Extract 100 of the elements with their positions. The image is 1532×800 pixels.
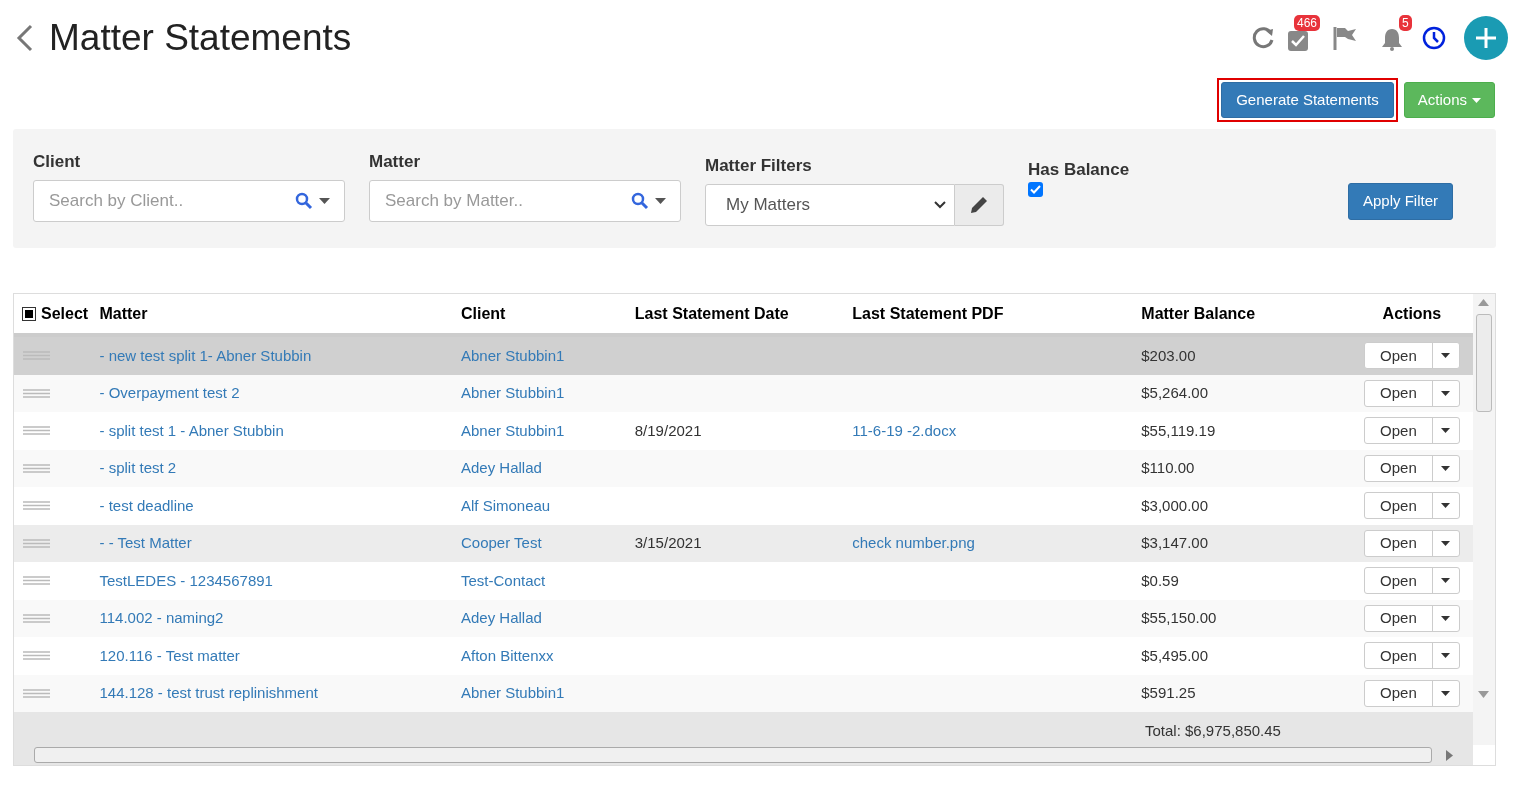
matter-link[interactable]: - split test 2 xyxy=(99,459,177,476)
matter-link[interactable]: 144.128 - test trust replinishment xyxy=(99,684,318,701)
matter-balance: $110.00 xyxy=(1141,459,1195,476)
matter-balance: $5,264.00 xyxy=(1141,384,1208,401)
caret-icon xyxy=(1441,353,1451,359)
matter-link[interactable]: - split test 1 - Abner Stubbin xyxy=(99,421,284,439)
matter-link[interactable]: TestLEDES - 1234567891 xyxy=(99,571,273,589)
drag-handle-icon[interactable] xyxy=(23,688,50,698)
drag-handle-icon[interactable] xyxy=(23,501,50,511)
statement-pdf-link[interactable]: 11-6-19 -2.docx xyxy=(852,421,957,439)
caret-icon xyxy=(1441,653,1451,659)
plus-icon xyxy=(1475,27,1497,49)
caret-icon xyxy=(1441,540,1451,546)
bell-icon[interactable] xyxy=(1380,27,1404,51)
matter-balance: $3,000.00 xyxy=(1141,496,1208,514)
table-row[interactable]: - Overpayment test 2 Abner Stubbin1 $5,264.00 Open xyxy=(14,374,1473,412)
matter-balance: $203.00 xyxy=(1141,346,1196,364)
client-link[interactable]: Adey Hallad xyxy=(460,459,542,476)
matter-search-field[interactable]: Search by Matter.. xyxy=(369,180,681,222)
edit-filter-button[interactable] xyxy=(955,184,1004,226)
horizontal-scrollbar[interactable] xyxy=(14,745,1473,765)
client-search-field[interactable]: Search by Client.. xyxy=(33,180,345,222)
scrollbar-thumb[interactable] xyxy=(1476,314,1492,412)
statement-date: 8/19/2021 xyxy=(634,421,702,439)
drag-handle-icon[interactable] xyxy=(23,613,50,623)
matter-balance: $591.25 xyxy=(1141,684,1196,701)
search-icon[interactable] xyxy=(295,192,315,210)
scroll-right-icon[interactable] xyxy=(1446,749,1453,761)
table-row[interactable]: 114.002 - naming2 Adey Hallad $55,150.00 Open xyxy=(14,599,1473,637)
client-label: Client xyxy=(33,151,82,173)
clock-icon[interactable] xyxy=(1422,26,1446,50)
search-icon[interactable] xyxy=(631,192,651,210)
client-link[interactable]: Afton Bittenxx xyxy=(460,646,554,664)
matter-filters-dropdown[interactable]: My Matters xyxy=(705,184,955,226)
caret-icon xyxy=(1441,578,1451,584)
drag-handle-icon[interactable] xyxy=(23,651,50,661)
pencil-icon xyxy=(970,196,988,214)
notification-count-badge: 5 xyxy=(1399,15,1412,31)
caret-icon xyxy=(1472,97,1481,103)
caret-icon xyxy=(1441,615,1451,621)
select-all-checkbox[interactable] xyxy=(22,306,36,321)
client-link[interactable]: Alf Simoneau xyxy=(460,496,551,514)
client-link[interactable]: Abner Stubbin1 xyxy=(460,421,565,439)
column-header[interactable]: Actions xyxy=(1382,301,1442,326)
scroll-down-icon[interactable] xyxy=(1478,691,1489,698)
has-balance-checkbox[interactable] xyxy=(1028,182,1043,197)
generate-statements-button[interactable]: Generate Statements xyxy=(1221,82,1394,118)
client-link[interactable]: Abner Stubbin1 xyxy=(460,384,565,401)
matter-balance: $0.59 xyxy=(1141,571,1179,589)
matter-link[interactable]: - Overpayment test 2 xyxy=(99,384,240,401)
has-balance-label: Has Balance xyxy=(1028,159,1131,181)
statement-pdf-link[interactable]: check number.png xyxy=(852,534,975,551)
task-check-icon[interactable] xyxy=(1286,29,1310,53)
client-link[interactable]: Cooper Test xyxy=(460,534,542,551)
add-button[interactable] xyxy=(1464,16,1508,60)
client-link[interactable]: Test-Contact xyxy=(460,571,546,589)
drag-handle-icon[interactable] xyxy=(23,463,50,473)
table-row[interactable]: - new test split 1- Abner Stubbin Abner Stubbin1 $203.00 Open xyxy=(14,337,1473,375)
back-icon[interactable] xyxy=(15,23,35,53)
caret-icon xyxy=(1441,390,1451,396)
refresh-icon[interactable] xyxy=(1250,25,1276,51)
column-header[interactable]: Matter Balance xyxy=(1141,301,1256,326)
matter-link[interactable]: - - Test Matter xyxy=(99,534,192,551)
matter-label: Matter xyxy=(369,151,421,173)
column-header[interactable]: Last Statement Date xyxy=(634,301,789,326)
column-header[interactable]: Select xyxy=(41,301,89,326)
table-row[interactable]: - split test 2 Adey Hallad $110.00 Open xyxy=(14,449,1473,487)
vertical-scrollbar[interactable] xyxy=(1473,294,1495,745)
flag-icon[interactable] xyxy=(1332,25,1358,51)
matter-balance: $55,119.19 xyxy=(1141,421,1216,439)
statement-date: 3/15/2021 xyxy=(634,534,702,551)
column-header[interactable]: Matter xyxy=(99,301,148,326)
column-header[interactable]: Last Statement PDF xyxy=(852,301,1004,326)
matter-filters-label: Matter Filters xyxy=(705,155,813,177)
caret-icon[interactable] xyxy=(655,198,666,204)
matter-balance: $3,147.00 xyxy=(1141,534,1208,551)
apply-filter-button[interactable]: Apply Filter xyxy=(1347,183,1453,220)
caret-icon xyxy=(1441,465,1451,471)
drag-handle-icon[interactable] xyxy=(23,576,50,586)
client-link[interactable]: Abner Stubbin1 xyxy=(460,684,565,701)
matter-balance: $5,495.00 xyxy=(1141,646,1208,664)
matter-link[interactable]: 114.002 - naming2 xyxy=(99,609,224,626)
table-total: Total: $6,975,850.45 xyxy=(1145,721,1281,742)
task-count-badge: 466 xyxy=(1294,15,1321,31)
client-link[interactable]: Adey Hallad xyxy=(460,609,542,626)
drag-handle-icon[interactable] xyxy=(23,388,50,398)
caret-icon[interactable] xyxy=(319,198,330,204)
caret-icon xyxy=(1441,690,1451,696)
drag-handle-icon[interactable] xyxy=(23,426,50,436)
drag-handle-icon[interactable] xyxy=(23,538,50,548)
scroll-up-icon[interactable] xyxy=(1478,299,1489,306)
caret-icon xyxy=(1441,503,1451,509)
chevron-down-icon xyxy=(934,201,946,209)
matter-balance: $55,150.00 xyxy=(1141,609,1217,626)
page-title: Matter Statements xyxy=(49,16,352,61)
table-row[interactable]: 144.128 - test trust replinishment Abner Stubbin1 $591.25 Open xyxy=(14,674,1473,712)
matter-link[interactable]: - test deadline xyxy=(99,496,194,514)
column-header[interactable]: Client xyxy=(461,301,506,326)
table-row[interactable]: - - Test Matter Cooper Test 3/15/2021 check number.png $3,147.00 Open xyxy=(14,524,1473,562)
matter-link[interactable]: 120.116 - Test matter xyxy=(99,646,240,664)
